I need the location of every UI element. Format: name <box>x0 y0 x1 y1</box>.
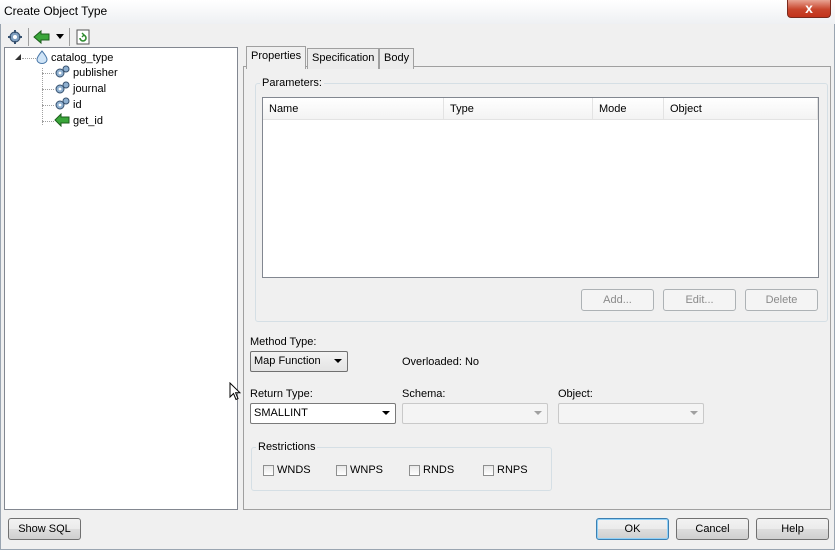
schema-label: Schema: <box>402 388 446 400</box>
tree-line <box>42 68 43 125</box>
restrictions-legend: Restrictions <box>258 441 316 453</box>
tree-line <box>42 89 54 90</box>
tree-item-get-id[interactable]: get_id <box>54 112 103 130</box>
cancel-button[interactable]: Cancel <box>676 518 749 540</box>
chevron-down-icon <box>534 411 542 415</box>
tab-properties[interactable]: Properties <box>246 46 307 69</box>
return-type-value: SMALLINT <box>254 407 308 419</box>
method-type-label: Method Type: <box>250 336 317 348</box>
return-type-select[interactable]: SMALLINT <box>250 403 396 424</box>
object-label: Object: <box>558 388 593 400</box>
checkbox-label: WNDS <box>277 464 311 476</box>
title-bar <box>0 0 835 24</box>
add-attribute-icon[interactable] <box>6 28 24 46</box>
tree-item-label: id <box>73 99 82 111</box>
tree-item-id[interactable]: id <box>54 97 82 113</box>
schema-select[interactable] <box>402 403 548 424</box>
ok-button[interactable]: OK <box>596 518 669 540</box>
checkbox-label: RNPS <box>497 464 528 476</box>
refresh-icon[interactable] <box>74 28 92 46</box>
column-header-mode[interactable]: Mode <box>593 98 664 120</box>
help-button[interactable]: Help <box>756 518 829 540</box>
add-parameter-button[interactable]: Add... <box>581 289 654 311</box>
add-method-icon[interactable] <box>33 28 51 46</box>
parameters-table[interactable]: Name Type Mode Object <box>262 97 819 278</box>
tree-root-label: catalog_type <box>51 52 114 64</box>
tab-body[interactable]: Body <box>379 48 415 69</box>
checkbox-box[interactable] <box>263 464 274 476</box>
column-header-type[interactable]: Type <box>444 98 593 120</box>
object-tree[interactable]: catalog_type publisher journal id get_id <box>4 47 238 510</box>
method-type-value: Map Function <box>254 355 321 367</box>
attribute-gear-icon <box>54 81 70 98</box>
column-header-name[interactable]: Name <box>263 98 444 120</box>
rnds-checkbox[interactable]: RNDS <box>409 464 454 476</box>
checkbox-label: RNDS <box>423 464 455 476</box>
method-green-arrow-icon <box>54 112 70 130</box>
method-type-select[interactable]: Map Function <box>250 351 348 372</box>
dropdown-arrow-icon[interactable] <box>55 28 65 46</box>
collapse-triangle-icon[interactable] <box>15 52 22 64</box>
attribute-gear-icon <box>54 65 70 82</box>
checkbox-box[interactable] <box>483 464 494 476</box>
object-select[interactable] <box>558 403 704 424</box>
toolbar-separator <box>28 28 29 46</box>
toolbar <box>6 27 92 47</box>
wnds-checkbox[interactable]: WNDS <box>263 464 311 476</box>
chevron-down-icon <box>382 411 390 415</box>
tab-specification[interactable]: Specification <box>307 48 380 69</box>
object-type-drop-icon <box>36 49 48 67</box>
checkbox-box[interactable] <box>409 464 420 476</box>
checkbox-label: WNPS <box>350 464 383 476</box>
toolbar-separator <box>69 28 70 46</box>
rnps-checkbox[interactable]: RNPS <box>483 464 528 476</box>
parameters-legend: Parameters: <box>262 77 322 89</box>
tree-item-label: publisher <box>73 67 118 79</box>
tree-item-label: journal <box>73 83 107 95</box>
return-type-label: Return Type: <box>250 388 313 400</box>
tree-item-label: get_id <box>73 115 103 127</box>
edit-parameter-button[interactable]: Edit... <box>663 289 736 311</box>
column-header-object[interactable]: Object <box>664 98 818 120</box>
overloaded-status: Overloaded: No <box>402 356 480 368</box>
window-title: Create Object Type <box>4 4 108 18</box>
delete-parameter-button[interactable]: Delete <box>745 289 818 311</box>
tree-line <box>42 73 54 74</box>
tree-item-publisher[interactable]: publisher <box>54 65 118 81</box>
wnps-checkbox[interactable]: WNPS <box>336 464 383 476</box>
tree-line <box>42 121 54 122</box>
chevron-down-icon <box>690 411 698 415</box>
attribute-gear-icon <box>54 97 70 114</box>
chevron-down-icon <box>334 359 342 363</box>
mouse-cursor-icon <box>229 381 242 404</box>
show-sql-button[interactable]: Show SQL <box>8 518 81 540</box>
checkbox-box[interactable] <box>336 464 347 476</box>
tree-item-journal[interactable]: journal <box>54 81 106 97</box>
tree-line <box>42 105 54 106</box>
close-button[interactable]: x <box>787 0 831 18</box>
